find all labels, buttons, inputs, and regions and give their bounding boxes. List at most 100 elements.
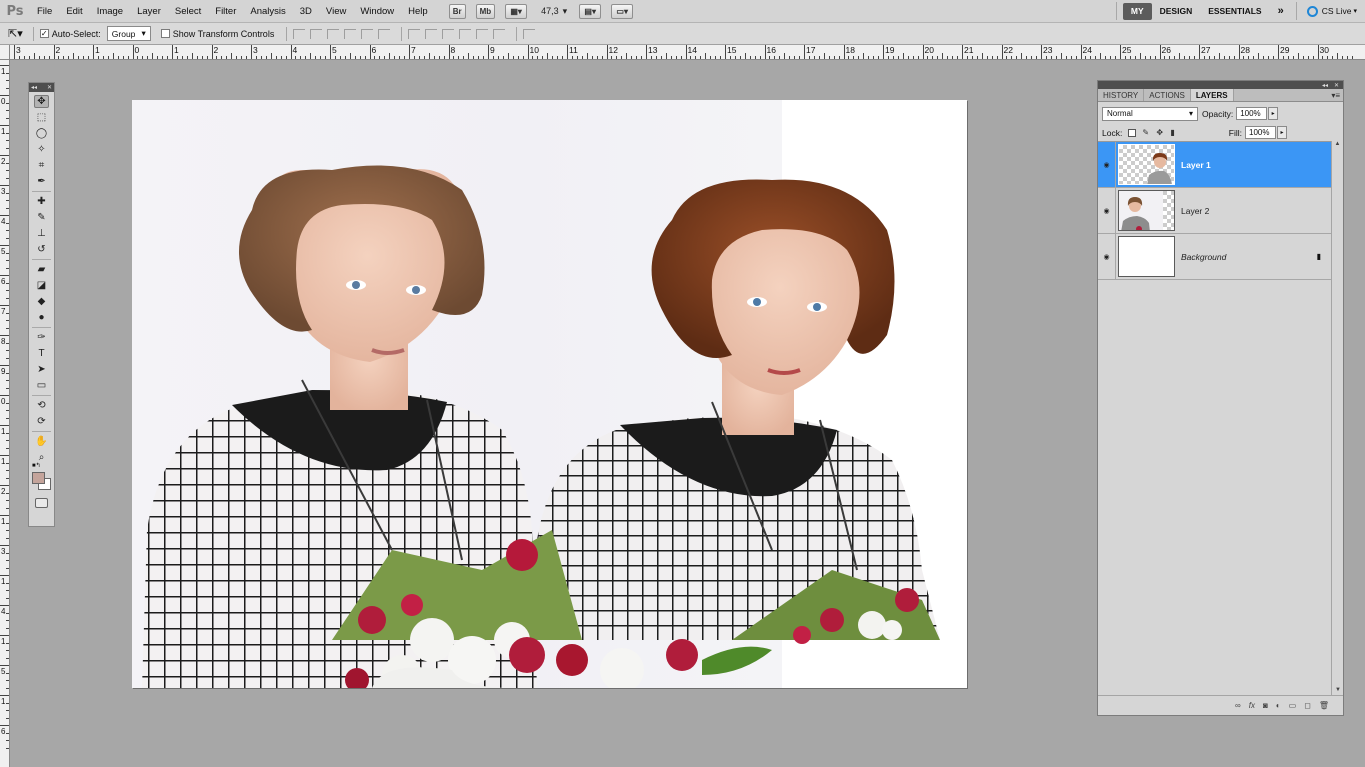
- layer-row-layer-1[interactable]: ◉ Layer 1: [1098, 141, 1331, 188]
- document-canvas[interactable]: [132, 100, 967, 688]
- distribute-hcenter-icon[interactable]: [476, 28, 489, 39]
- marquee-tool[interactable]: ⬚: [34, 111, 49, 124]
- close-icon[interactable]: ✕: [1334, 82, 1339, 89]
- delete-layer-icon[interactable]: 🗑: [1319, 701, 1329, 710]
- lasso-tool[interactable]: ◯: [34, 127, 49, 140]
- distribute-left-icon[interactable]: [459, 28, 472, 39]
- workspace-essentials[interactable]: ESSENTIALS: [1200, 0, 1269, 23]
- new-layer-icon[interactable]: ◻: [1304, 701, 1311, 710]
- menu-view[interactable]: View: [319, 0, 353, 23]
- hand-tool[interactable]: ✋: [34, 435, 49, 448]
- zoom-level[interactable]: 47,3: [541, 6, 559, 16]
- lock-transparent-pixels-icon[interactable]: [1128, 128, 1137, 137]
- move-tool[interactable]: ✥: [34, 95, 49, 108]
- show-transform-checkbox[interactable]: [160, 29, 170, 38]
- tab-layers[interactable]: LAYERS: [1190, 89, 1234, 101]
- panel-header[interactable]: ◂◂ ✕: [1098, 81, 1343, 89]
- layer-name[interactable]: Layer 1: [1181, 160, 1211, 170]
- close-icon[interactable]: ✕: [47, 84, 52, 91]
- add-mask-icon[interactable]: ◙: [1263, 701, 1268, 710]
- crop-tool[interactable]: ⌗: [34, 159, 49, 172]
- menu-image[interactable]: Image: [90, 0, 130, 23]
- launch-bridge-button[interactable]: Br: [448, 3, 466, 19]
- workspace-my[interactable]: MY: [1122, 2, 1152, 20]
- layer-row-layer-2[interactable]: ◉ Layer 2: [1098, 187, 1331, 234]
- collapse-icon[interactable]: ◂◂: [1322, 82, 1328, 89]
- lock-position-icon[interactable]: ✥: [1156, 128, 1164, 137]
- visibility-eye-icon[interactable]: ◉: [1098, 233, 1116, 280]
- launch-minibridge-button[interactable]: Mb: [475, 3, 496, 19]
- menu-window[interactable]: Window: [353, 0, 401, 23]
- zoom-chevron-icon[interactable]: ▾: [563, 6, 568, 17]
- tab-history[interactable]: HISTORY: [1098, 89, 1145, 101]
- workspace-more-button[interactable]: »: [1270, 0, 1292, 23]
- tool-preset-picker-icon[interactable]: ⇱▾: [8, 27, 23, 40]
- clone-stamp-tool[interactable]: ⊥: [34, 227, 49, 240]
- layer-name[interactable]: Background: [1181, 252, 1226, 262]
- scroll-down-icon[interactable]: ▼: [1332, 687, 1344, 693]
- opacity-input[interactable]: 100%: [1236, 107, 1268, 120]
- menu-file[interactable]: File: [30, 0, 59, 23]
- distribute-top-icon[interactable]: [408, 28, 421, 39]
- layer-row-background[interactable]: ◉ Background ▮: [1098, 233, 1331, 280]
- visibility-eye-icon[interactable]: ◉: [1098, 141, 1116, 188]
- adjustment-layer-icon[interactable]: ◐: [1276, 701, 1281, 710]
- menu-filter[interactable]: Filter: [208, 0, 243, 23]
- 3d-rotate-tool[interactable]: ⟲: [34, 399, 49, 412]
- opacity-slider-button[interactable]: ▸: [1268, 107, 1279, 120]
- menu-help[interactable]: Help: [401, 0, 435, 23]
- foreground-color-swatch[interactable]: [32, 472, 45, 484]
- cs-live-button[interactable]: CS Live ▾: [1306, 5, 1357, 17]
- type-tool[interactable]: T: [34, 347, 49, 360]
- eyedropper-tool[interactable]: ✒: [34, 175, 49, 188]
- dodge-tool[interactable]: ●: [34, 311, 49, 324]
- scroll-up-icon[interactable]: ▲: [1332, 141, 1343, 147]
- lock-all-icon[interactable]: ▮: [1170, 128, 1178, 137]
- align-right-icon[interactable]: [378, 28, 391, 39]
- quick-mask-icon[interactable]: [35, 498, 48, 508]
- quick-selection-tool[interactable]: ✧: [34, 143, 49, 156]
- fill-input[interactable]: 100%: [1245, 126, 1276, 139]
- visibility-eye-icon[interactable]: ◉: [1098, 187, 1116, 234]
- brush-tool[interactable]: ✎: [34, 211, 49, 224]
- panel-menu-icon[interactable]: ▾≡: [1331, 91, 1340, 100]
- menu-edit[interactable]: Edit: [59, 0, 89, 23]
- tab-actions[interactable]: ACTIONS: [1144, 89, 1191, 101]
- eraser-tool[interactable]: ▰: [34, 263, 49, 276]
- collapse-icon[interactable]: ◂◂: [31, 84, 37, 91]
- spot-healing-tool[interactable]: ✚: [34, 195, 49, 208]
- layer-name[interactable]: Layer 2: [1181, 206, 1209, 216]
- history-brush-tool[interactable]: ↺: [34, 243, 49, 256]
- gradient-tool[interactable]: ◪: [34, 279, 49, 292]
- auto-select-dropdown[interactable]: Group ▾: [106, 26, 151, 41]
- auto-select-checkbox[interactable]: ✓: [39, 29, 49, 38]
- auto-align-layers-icon[interactable]: [523, 28, 536, 39]
- ruler-corner[interactable]: [0, 45, 10, 60]
- screen-mode-button[interactable]: ▭▾: [611, 3, 634, 19]
- view-extras-button[interactable]: ▦▾: [505, 3, 528, 19]
- default-colors-icon[interactable]: ■↰: [32, 462, 41, 469]
- lock-image-pixels-icon[interactable]: ✎: [1142, 128, 1150, 137]
- fill-slider-button[interactable]: ▸: [1277, 126, 1287, 139]
- new-group-icon[interactable]: ▭: [1289, 701, 1297, 710]
- pen-tool[interactable]: ✑: [34, 331, 49, 344]
- layer-style-icon[interactable]: fx: [1249, 701, 1255, 710]
- blend-mode-dropdown[interactable]: Normal ▾: [1102, 106, 1198, 121]
- link-layers-icon[interactable]: ∞: [1235, 701, 1241, 710]
- arrange-documents-button[interactable]: ▤▾: [579, 3, 602, 19]
- align-left-icon[interactable]: [344, 28, 357, 39]
- menu-layer[interactable]: Layer: [130, 0, 168, 23]
- rectangle-tool[interactable]: ▭: [34, 379, 49, 392]
- menu-select[interactable]: Select: [168, 0, 208, 23]
- menu-analysis[interactable]: Analysis: [243, 0, 292, 23]
- blur-tool[interactable]: ◆: [34, 295, 49, 308]
- ruler-horizontal[interactable]: 3 2 1 0 1 2 3 4 5 6 7 8 9 10 11 12 13 14 15 16 17 18 19 20 21 22 2…: [10, 45, 1365, 60]
- 3d-orbit-tool[interactable]: ⟳: [34, 415, 49, 428]
- align-top-icon[interactable]: [293, 28, 306, 39]
- workspace-design[interactable]: DESIGN: [1152, 0, 1201, 23]
- menu-3d[interactable]: 3D: [293, 0, 319, 23]
- align-vcenter-icon[interactable]: [310, 28, 323, 39]
- tools-panel-header[interactable]: ◂◂ ✕: [29, 83, 54, 92]
- align-bottom-icon[interactable]: [327, 28, 340, 39]
- distribute-bottom-icon[interactable]: [442, 28, 455, 39]
